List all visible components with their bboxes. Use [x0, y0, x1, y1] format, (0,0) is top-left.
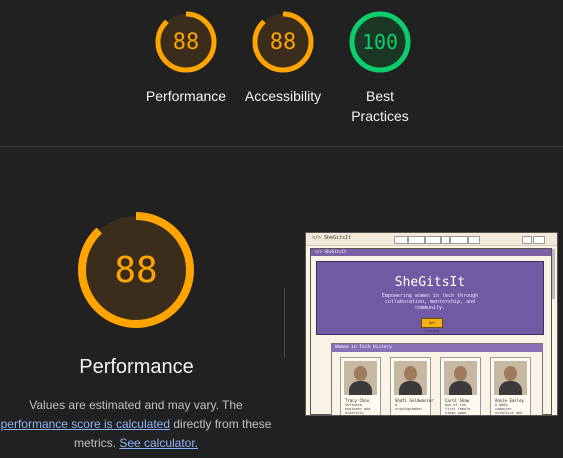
screenshot-inner-title: </> SheGitsIt [315, 249, 347, 254]
screenshot-card: Tracy Chou Software engineer and diversi… [340, 357, 381, 415]
screenshot-card-photo [494, 361, 527, 395]
screenshot-nav-button [408, 236, 425, 244]
performance-score-link[interactable]: performance score is calculated [1, 417, 170, 431]
screenshot-card-photo [444, 361, 477, 395]
main-performance-title: Performance [79, 356, 194, 378]
screenshot-hero-subtitle: Empowering women in tech through collabo… [381, 293, 479, 311]
main-performance-score: 88 [114, 249, 158, 291]
main-performance-gauge: 88 [76, 210, 196, 330]
final-screenshot[interactable]: </> SheGitsIt </> SheGitsIt SheGitsIt Em… [305, 232, 558, 416]
screenshot-nav-button [522, 236, 532, 244]
screenshot-hero-title: SheGitsIt [394, 275, 466, 290]
screenshot-card: Carol Shaw One of the first female video… [440, 357, 481, 415]
best-practices-gauge[interactable]: 100 [348, 10, 412, 74]
screenshot-nav-button [425, 236, 441, 244]
screenshot-card-desc: A NASA computer scientist and [495, 403, 523, 415]
screenshot-card: Annie Easley A NASA computer scientist a… [490, 357, 531, 415]
screenshot-nav-button [394, 236, 408, 244]
screenshot-nav-button [450, 236, 468, 244]
screenshot-card-photo [394, 361, 427, 395]
best-practices-label-line2: Practices [351, 108, 409, 124]
accessibility-gauge[interactable]: 88 [251, 10, 315, 74]
screenshot-section-title: Women in Tech History [335, 345, 392, 350]
performance-gauge[interactable]: 88 [154, 10, 218, 74]
screenshot-nav-button [533, 236, 545, 244]
best-practices-label[interactable]: Best Practices [330, 86, 430, 126]
screenshot-card-desc: Software engineer and diversity advocate [345, 403, 371, 415]
screenshot-nav-button [468, 236, 480, 244]
screenshot-scrollbar [552, 249, 555, 299]
section-divider [0, 146, 563, 147]
vertical-divider [284, 288, 285, 358]
screenshot-hero: SheGitsIt Empowering women in tech throu… [316, 261, 544, 335]
best-practices-score: 100 [361, 30, 399, 54]
screenshot-card-photo [344, 361, 377, 395]
best-practices-label-line1: Best [365, 88, 394, 104]
screenshot-inner-bar: </> SheGitsIt [311, 249, 551, 256]
screenshot-section-bar: Women in Tech History [332, 344, 542, 352]
screenshot-card: Shafi Goldwasser A cryptographer [390, 357, 434, 415]
screenshot-history-section: Women in Tech History Tracy Chou Softwar… [331, 343, 543, 415]
see-calculator-link[interactable]: See calculator. [119, 436, 198, 450]
screenshot-topbar: </> SheGitsIt [306, 233, 557, 246]
screenshot-page: </> SheGitsIt SheGitsIt Empowering women… [310, 248, 552, 415]
desc-text-1: Values are estimated and may vary. The [29, 398, 243, 412]
accessibility-label[interactable]: Accessibility [228, 86, 338, 106]
score-description: Values are estimated and may vary. The p… [0, 396, 272, 453]
screenshot-card-desc: One of the first female video game desig… [445, 403, 471, 415]
performance-score: 88 [172, 29, 200, 55]
performance-label[interactable]: Performance [136, 86, 236, 106]
screenshot-nav-button [441, 236, 450, 244]
screenshot-card-desc: A cryptographer [395, 403, 423, 411]
screenshot-logo: </> SheGitsIt [312, 235, 352, 241]
accessibility-score: 88 [269, 29, 297, 55]
screenshot-hero-button: Get Started [421, 318, 443, 333]
